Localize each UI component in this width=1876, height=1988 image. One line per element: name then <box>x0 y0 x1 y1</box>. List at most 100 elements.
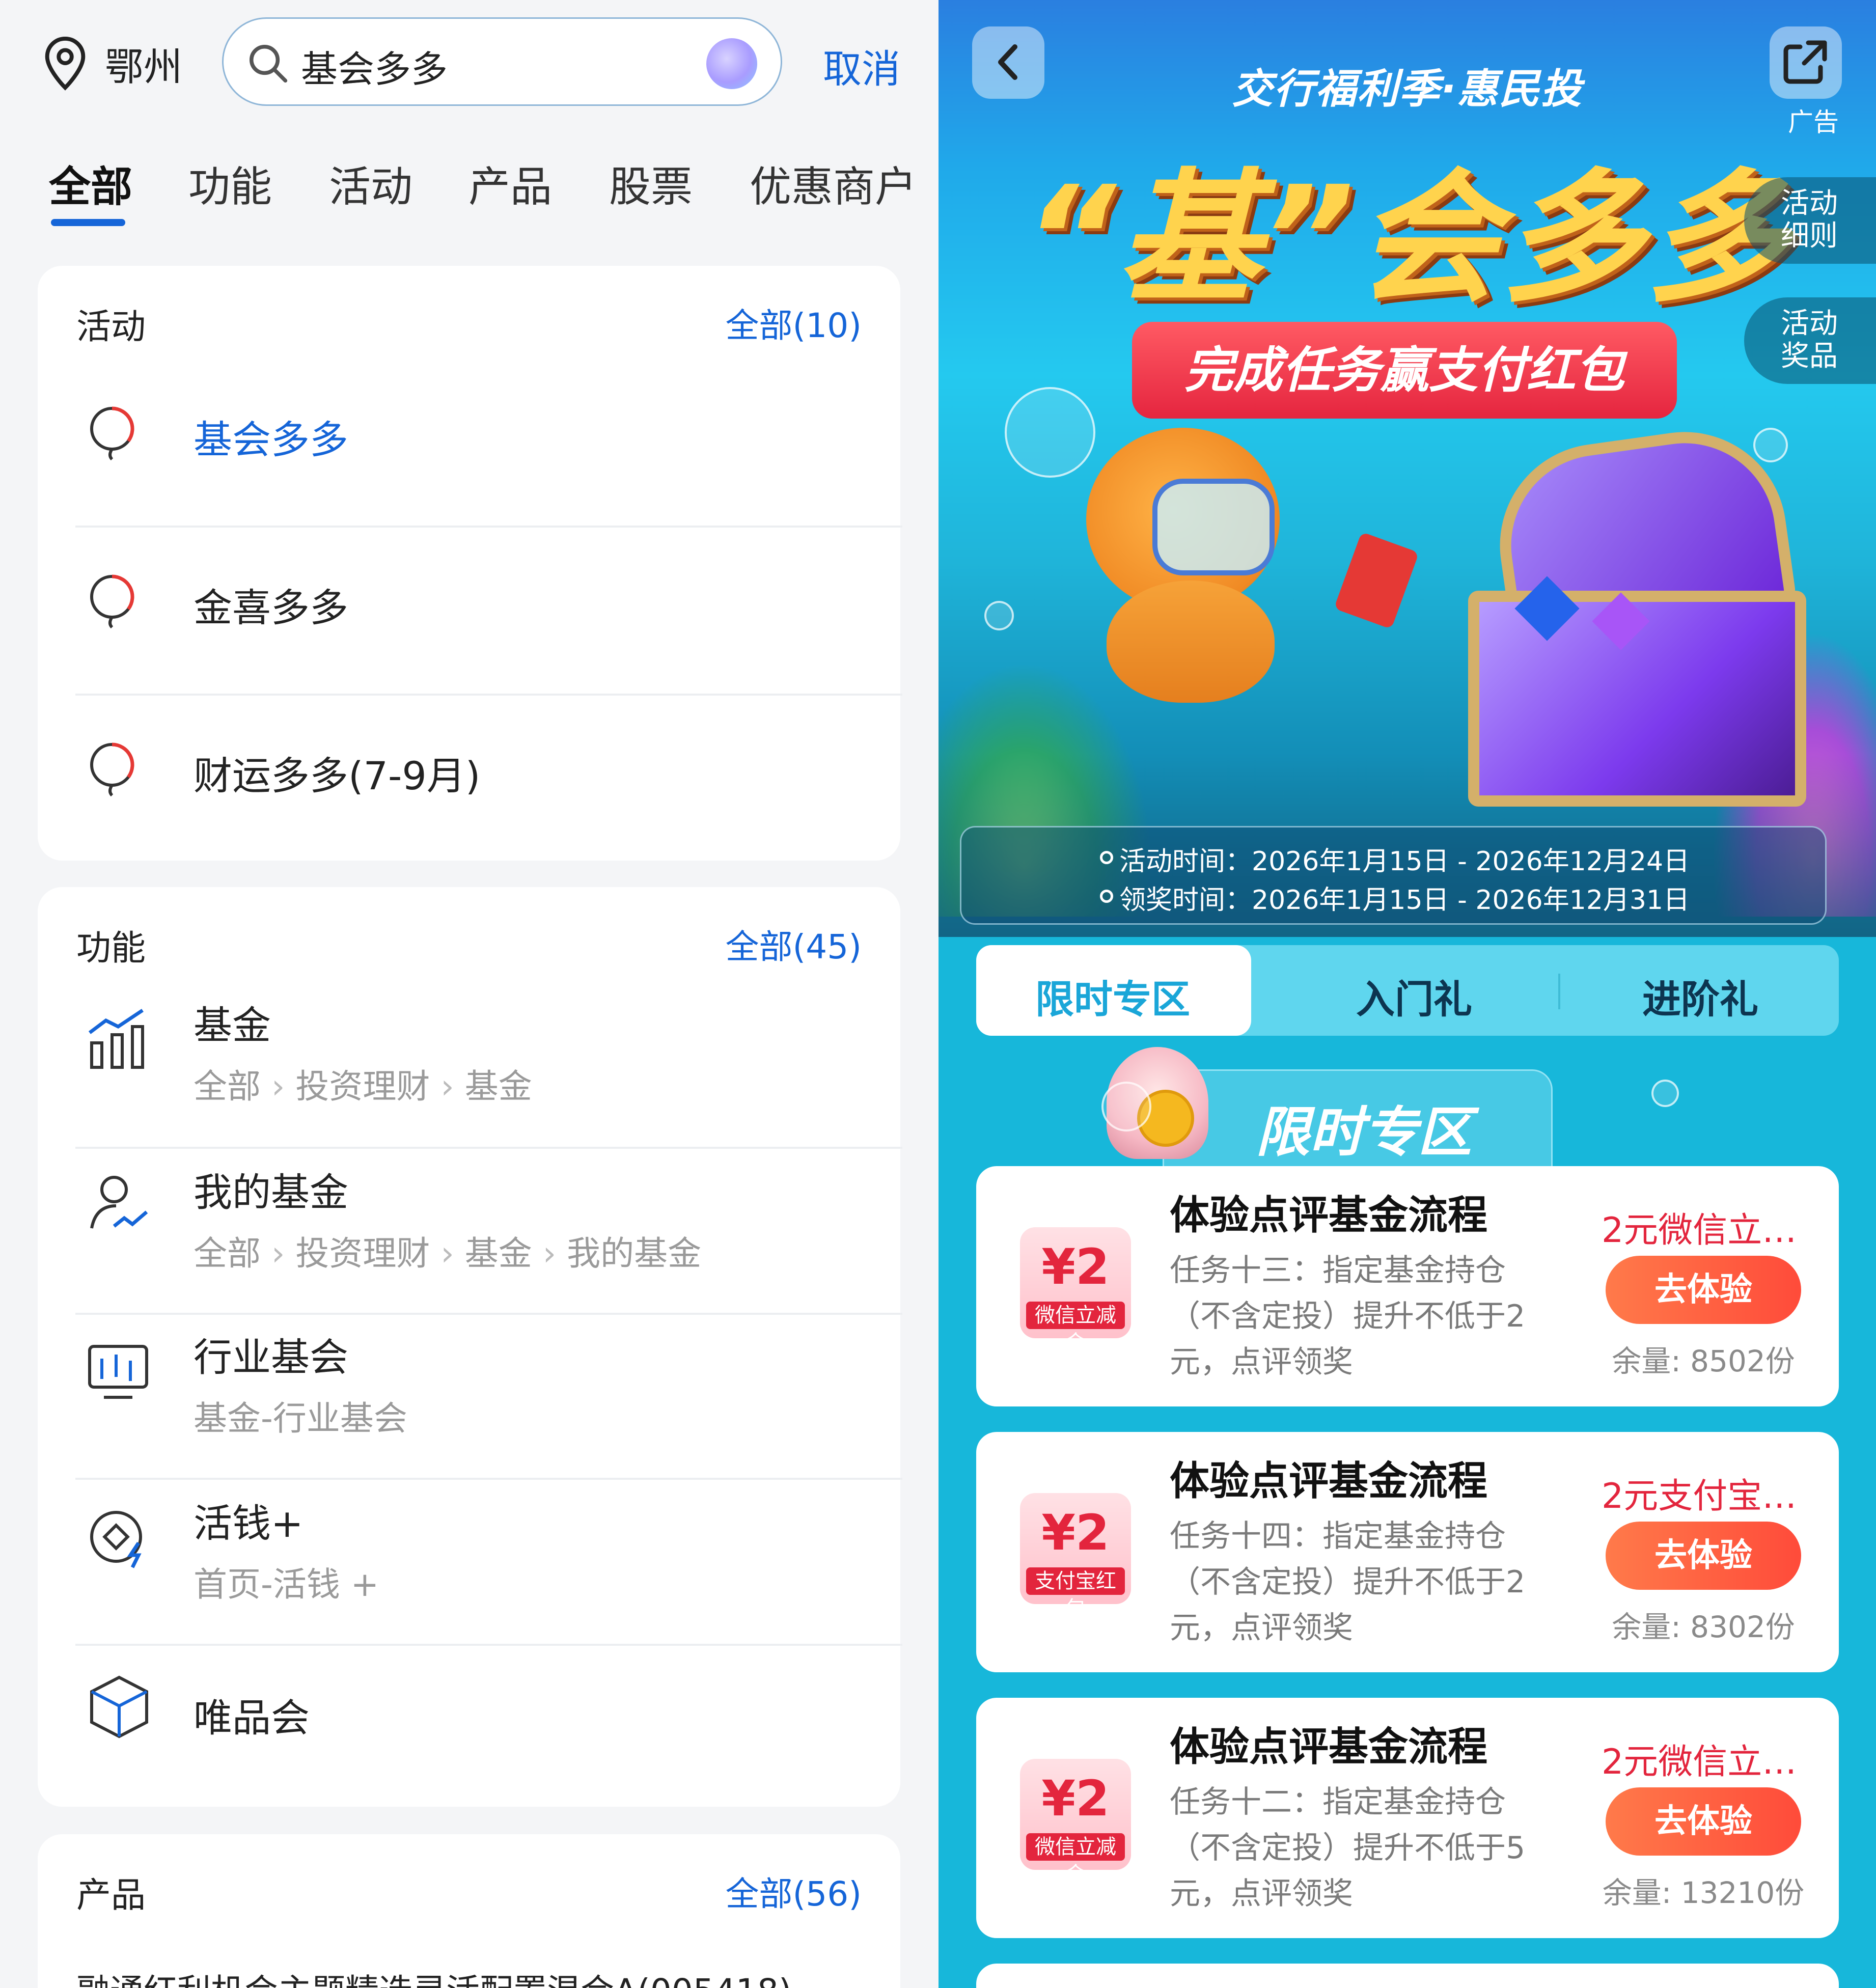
activity-balloon-icon <box>90 406 134 461</box>
cancel-button[interactable]: 取消 <box>823 38 900 94</box>
activity-prizes-button[interactable]: 活动 奖品 <box>1744 297 1876 384</box>
activity-rules-label: 活动 细则 <box>1781 187 1838 253</box>
voucher-amount: ¥2 <box>1041 1504 1110 1561</box>
bubble-decoration <box>1101 1082 1151 1131</box>
divider <box>75 1478 902 1480</box>
activity-page-panel: 广告 交行福利季·惠民投 “基”会多多 完成任务赢支付红包 活动 细则 活动 奖… <box>939 0 1876 1988</box>
activity-time: 活动时间：2026年1月15日 - 2026年12月24日 <box>1119 846 1690 877</box>
activity-item-label: 金喜多多 <box>194 585 348 630</box>
tab-merchants[interactable]: 优惠商户 <box>750 153 917 213</box>
search-results-panel: 鄂州 基会多多 取消 全部 功能 活动 产品 股票 优惠商户 活动 全部(10)… <box>0 0 939 1988</box>
voice-assistant-icon[interactable] <box>706 38 757 89</box>
function-section: 功能 全部(45) 基金 全部 › 投资理财 › 基金 我的基金 全部 › 投资… <box>38 887 902 1807</box>
tab-functions[interactable]: 功能 <box>188 153 272 213</box>
activity-item-label: 财运多多(7-9月) <box>194 753 481 798</box>
chart-bar-icon <box>88 1009 144 1069</box>
divider <box>75 1644 902 1646</box>
tab-activities[interactable]: 活动 <box>329 153 412 213</box>
function-item-industry-fund[interactable]: 行业基会 基金-行业基会 <box>38 1331 900 1484</box>
task-title: 体验点评基金流程 <box>1170 1193 1488 1238</box>
function-item-subtitle: 首页-活钱 + <box>194 1565 379 1604</box>
function-item-vipshop[interactable]: 唯品会 <box>38 1671 900 1783</box>
search-icon <box>249 44 288 83</box>
brand-title: 交行福利季·惠民投 <box>1232 65 1583 113</box>
bullet-icon <box>1100 851 1113 864</box>
segment-limited-time[interactable]: 限时专区 <box>1035 968 1190 1024</box>
category-tabs: 全部 功能 活动 产品 股票 优惠商户 <box>0 153 939 234</box>
active-tab-indicator <box>51 219 125 226</box>
divider <box>75 1313 902 1315</box>
activity-rules-button[interactable]: 活动 细则 <box>1744 177 1876 264</box>
voucher-amount: ¥2 <box>1041 1238 1110 1295</box>
voucher-icon: ¥2 支付宝红包 <box>1020 1493 1131 1620</box>
function-item-subtitle: 基金-行业基会 <box>194 1399 407 1438</box>
bubble-decoration <box>984 601 1014 630</box>
tab-products[interactable]: 产品 <box>468 153 552 213</box>
zone-title: 限时专区 <box>1256 1101 1472 1164</box>
tab-all[interactable]: 全部 <box>49 153 132 213</box>
location-selector[interactable]: 鄂州 <box>41 36 182 92</box>
function-view-all-link[interactable]: 全部(45) <box>726 920 862 969</box>
claim-time: 领奖时间：2026年1月15日 - 2026年12月31日 <box>1119 885 1690 916</box>
function-item-my-fund[interactable]: 我的基金 全部 › 投资理财 › 基金 › 我的基金 <box>38 1166 900 1319</box>
function-item-label: 我的基金 <box>194 1170 348 1215</box>
task-description: 任务十二：指定基金持仓（不含定投）提升不低于5元，点评领奖 <box>1170 1784 1526 1912</box>
location-label: 鄂州 <box>105 44 182 90</box>
section-segment-control: 限时专区 入门礼 进阶礼 <box>976 945 1839 1036</box>
function-item-fund[interactable]: 基金 全部 › 投资理财 › 基金 <box>38 999 900 1152</box>
task-remaining: 余量: 8302份 <box>1612 1610 1795 1644</box>
divider <box>75 694 902 696</box>
function-item-path: 全部 › 投资理财 › 基金 <box>194 1067 532 1106</box>
user-trend-icon <box>90 1176 148 1229</box>
product-view-all-link[interactable]: 全部(56) <box>726 1867 862 1916</box>
segment-advanced-gift[interactable]: 进阶礼 <box>1642 968 1758 1024</box>
function-item-flexible-cash[interactable]: 活钱+ 首页-活钱 + <box>38 1497 900 1650</box>
bullet-icon <box>1100 890 1113 903</box>
segment-starter-gift[interactable]: 入门礼 <box>1356 968 1472 1024</box>
cube-icon <box>90 1675 148 1738</box>
try-button[interactable]: 去体验 <box>1606 1787 1801 1856</box>
try-button[interactable]: 去体验 <box>1606 1522 1801 1590</box>
task-card: ¥2 支付宝红包 体验点评基金流程 任务十四：指定基金持仓（不含定投）提升不低于… <box>976 1432 1839 1672</box>
function-item-label: 活钱+ <box>194 1501 304 1546</box>
function-item-label: 基金 <box>194 1003 271 1048</box>
divider <box>75 526 902 528</box>
task-card <box>976 1964 1839 1988</box>
task-remaining: 余量: 8502份 <box>1612 1344 1795 1378</box>
segment-divider <box>1558 974 1560 1009</box>
monitor-chart-icon <box>88 1345 148 1399</box>
activity-balloon-icon <box>90 742 134 797</box>
activity-prizes-label: 活动 奖品 <box>1781 307 1838 373</box>
task-title: 体验点评基金流程 <box>1170 1458 1488 1504</box>
activity-view-all-link[interactable]: 全部(10) <box>726 298 862 347</box>
voucher-label: 支付宝红包 <box>1026 1567 1125 1620</box>
voucher-amount: ¥2 <box>1041 1770 1110 1827</box>
activity-item[interactable]: 基会多多 <box>38 368 900 485</box>
activity-time-box: 活动时间：2026年1月15日 - 2026年12月24日 领奖时间：2026年… <box>960 826 1827 925</box>
try-button[interactable]: 去体验 <box>1606 1256 1801 1324</box>
activity-balloon-icon <box>90 574 134 629</box>
task-reward: 2元微信立… <box>1602 1210 1797 1251</box>
task-card: ¥2 微信立减金 体验点评基金流程 任务十二：指定基金持仓（不含定投）提升不低于… <box>976 1698 1839 1938</box>
hero-title: “基”会多多 <box>1024 156 1790 322</box>
mascot-body-illustration <box>1107 581 1275 703</box>
function-item-label: 行业基会 <box>194 1335 348 1380</box>
tab-stocks[interactable]: 股票 <box>609 153 693 213</box>
function-item-path: 全部 › 投资理财 › 基金 › 我的基金 <box>194 1234 702 1273</box>
activity-item[interactable]: 财运多多(7-9月) <box>38 704 900 821</box>
function-item-label: 唯品会 <box>194 1695 310 1741</box>
product-item-label[interactable]: 融通红利机会主题精选灵活配置混合A(005418) <box>76 1964 792 1988</box>
search-input[interactable]: 基会多多 <box>222 17 782 106</box>
voucher-icon: ¥2 微信立减金 <box>1020 1759 1131 1886</box>
bubble-decoration <box>1651 1080 1679 1107</box>
divider <box>75 1147 902 1149</box>
task-title: 体验点评基金流程 <box>1170 1724 1488 1770</box>
zone-header: 限时专区 <box>1163 1069 1553 1174</box>
hero-ribbon: 完成任务赢支付红包 <box>1132 322 1677 419</box>
section-title: 活动 <box>76 307 146 347</box>
bubble-decoration <box>1005 387 1095 478</box>
task-description: 任务十四：指定基金持仓（不含定投）提升不低于2元，点评领奖 <box>1170 1518 1526 1646</box>
red-envelope-illustration <box>1334 532 1419 629</box>
activity-item[interactable]: 金喜多多 <box>38 536 900 653</box>
voucher-label: 微信立减金 <box>1026 1302 1125 1355</box>
